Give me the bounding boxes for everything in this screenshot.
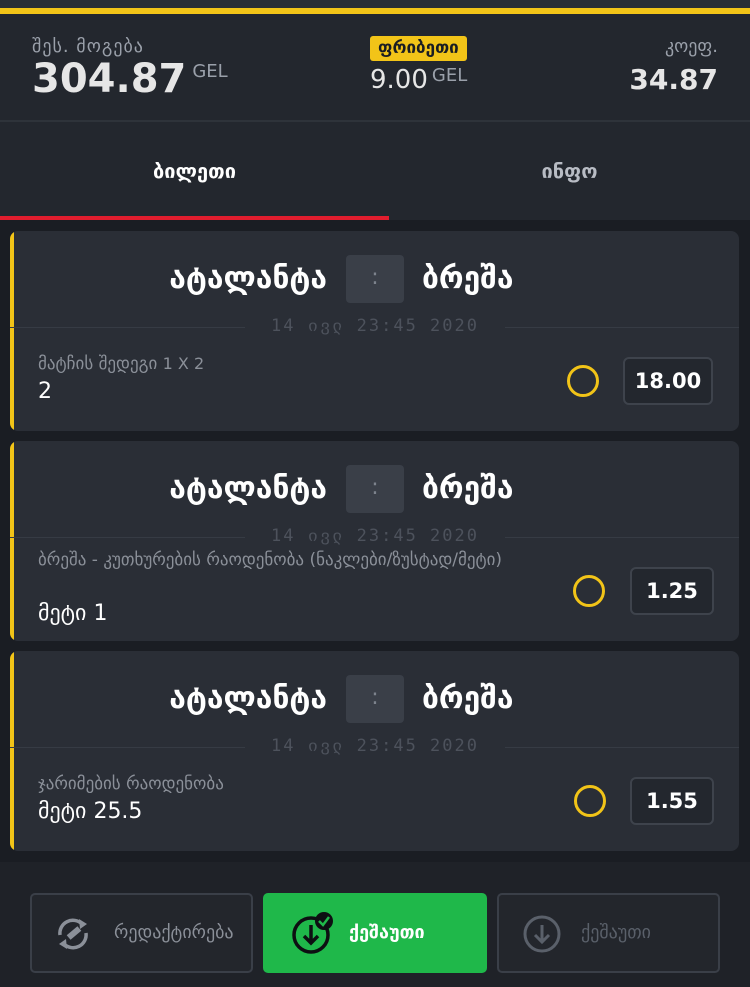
home-team: ატალანტა (169, 471, 327, 506)
odd-value[interactable]: 1.25 (630, 567, 714, 615)
cashout-disabled-button[interactable]: ქეშაუთი (497, 893, 720, 973)
bet-card: ატალანტა : ბრეშა 14 ივლ 23:45 2020 მატჩი… (10, 231, 739, 431)
bet-card: ატალანტა : ბრეშა 14 ივლ 23:45 2020 ჯარიმ… (10, 651, 739, 851)
home-team: ატალანტა (169, 681, 327, 716)
bet-card: ატალანტა : ბრეშა 14 ივლ 23:45 2020 ბრეშა… (10, 441, 739, 641)
freebet-badge: ფრიბეთი (370, 36, 467, 61)
match-teams: ატალანტა : ბრეშა (10, 675, 739, 723)
coef-label: კოეფ. (664, 36, 718, 57)
market-name: ბრეშა - კუთხურების რაოდენობა (ნაკლები/ზუ… (38, 549, 568, 571)
status-strip (0, 0, 750, 8)
selection: 2 (38, 379, 52, 404)
potential-win-label: შეს. მოგება (32, 36, 144, 57)
market-label: ჯარიმების რაოდენობა (38, 774, 224, 794)
match-date: 14 ივლ 23:45 2020 (245, 526, 505, 546)
edit-label: რედაქტირება (114, 922, 234, 943)
tab-ticket[interactable]: ბილეთი (0, 122, 389, 220)
selection: მეტი 1 (38, 601, 108, 626)
odd-status-icon (567, 365, 599, 397)
away-team: ბრეშა (422, 681, 514, 716)
match-date: 14 ივლ 23:45 2020 (245, 736, 505, 756)
match-teams: ატალანტა : ბრეშა (10, 255, 739, 303)
market-name: მატჩის შედეგი 1 X 2 (38, 353, 558, 375)
cashout-button[interactable]: ქეშაუთი (263, 893, 487, 973)
score-box: : (346, 465, 404, 513)
total-coef: კოეფ. 34.87 (629, 36, 718, 96)
home-team: ატალანტა (169, 261, 327, 296)
match-teams: ატალანტა : ბრეშა (10, 465, 739, 513)
away-team: ბრეშა (422, 471, 514, 506)
cashout-check-icon (292, 912, 333, 954)
market-extra: 1 X 2 (162, 354, 205, 373)
selection: მეტი 25.5 (38, 799, 143, 824)
tab-bar: ბილეთი ინფო (0, 122, 750, 220)
coef-value: 34.87 (629, 63, 718, 96)
active-tab-indicator (0, 216, 389, 220)
away-team: ბრეშა (422, 261, 514, 296)
cashout-disabled-label: ქეშაუთი (581, 922, 651, 943)
download-icon (523, 915, 561, 953)
cashout-label: ქეშაუთი (349, 922, 425, 943)
edit-refresh-icon (58, 918, 88, 950)
currency-label: GEL (431, 65, 468, 86)
odd-value[interactable]: 1.55 (630, 777, 714, 825)
currency-label: GEL (192, 61, 228, 82)
score-box: : (346, 255, 404, 303)
market-name: ჯარიმების რაოდენობა (38, 773, 558, 795)
odd-status-icon (573, 575, 605, 607)
odd-value[interactable]: 18.00 (623, 357, 713, 405)
edit-button[interactable]: რედაქტირება (30, 893, 253, 973)
bet-summary: შეს. მოგება 304.87 GEL ფრიბეთი 9.00 GEL კო… (0, 14, 750, 120)
score-box: : (346, 675, 404, 723)
freebet: ფრიბეთი 9.00 GEL (370, 36, 467, 95)
market-label: ბრეშა - კუთხურების რაოდენობა (ნაკლები/ზუ… (38, 550, 503, 570)
market-label: მატჩის შედეგი (38, 354, 158, 374)
odd-status-icon (574, 785, 606, 817)
freebet-value: 9.00 (370, 65, 428, 95)
potential-win: შეს. მოგება 304.87 GEL (32, 36, 228, 101)
action-bar: რედაქტირება ქეშაუთი ქეშაუთი (0, 862, 750, 987)
tab-info[interactable]: ინფო (389, 122, 750, 220)
potential-win-value: 304.87 (32, 56, 187, 102)
match-date: 14 ივლ 23:45 2020 (245, 316, 505, 336)
